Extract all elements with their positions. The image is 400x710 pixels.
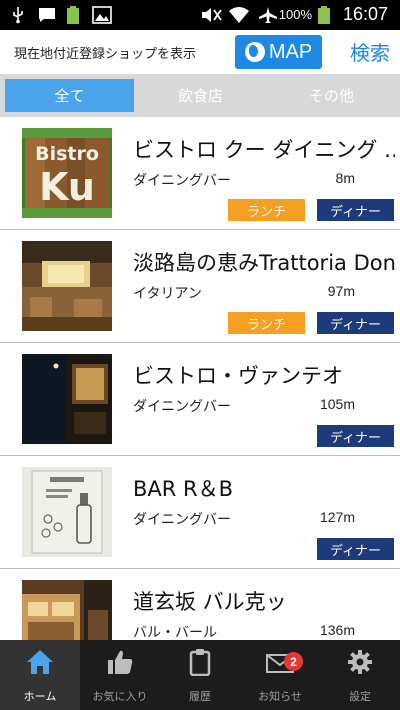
nav-history[interactable]: 履歴 [160,640,240,710]
shop-thumbnail [22,580,112,640]
notification-count-badge: 2 [284,652,303,671]
dinner-badge: ディナー [317,312,394,334]
map-button-label: MAP [268,40,313,63]
nav-notifications-label: お知らせ [258,690,302,703]
lunch-badge: ランチ [228,199,305,221]
ku-logo-text: Ku [39,165,95,209]
dinner-badge: ディナー [317,538,394,560]
shop-distance: 105m [319,396,355,412]
tab-all[interactable]: 全て [5,79,134,112]
battery-percent: 100% [278,7,312,22]
home-icon [27,650,53,674]
dinner-badge: ディナー [317,425,394,447]
category-tabs: 全て 飲食店 その他 [0,74,400,117]
dinner-badge: ディナー [317,199,394,221]
bistro-logo-text: Bistro [35,143,99,165]
globe-icon [244,42,265,62]
shop-list-item[interactable]: 道玄坂 バル克ッ バル・バール 136m [0,569,400,640]
shop-list-item[interactable]: ビストロ・ヴァンテオ ダイニングバー 105m ディナー [0,343,400,456]
shop-distance: 8m [335,170,355,186]
message-icon [39,8,55,22]
nav-home-label: ホーム [23,690,57,703]
nearby-shops-label[interactable]: 現在地付近登録ショップを表示 [14,43,196,62]
shop-thumbnail: Bistro Ku [22,128,112,218]
usb-icon [13,7,23,24]
map-button[interactable]: MAP [235,35,322,69]
nav-history-label: 履歴 [189,690,211,703]
airplane-icon [259,7,277,23]
nav-home[interactable]: ホーム [0,640,80,710]
lunch-badge: ランチ [228,312,305,334]
gear-icon [348,650,372,674]
nav-favorites-label: お気に入り [92,690,148,703]
shop-list-item[interactable]: Bistro Ku ビストロ クー ダイニング … ダイニングバー 8m ランチ… [0,117,400,230]
battery-small-icon [67,6,79,24]
shop-thumbnail [22,354,112,444]
mute-icon [202,8,222,22]
shop-category: ダイニングバー [133,512,231,528]
shop-category: バル・バール [133,625,217,640]
shop-thumbnail [22,241,112,331]
bottom-navigation: ホーム お気に入り 履歴 2 お知らせ 設定 [0,640,400,710]
shop-list: Bistro Ku ビストロ クー ダイニング … ダイニングバー 8m ランチ… [0,117,400,640]
shop-name: ビストロ・ヴァンテオ [133,364,343,388]
app-header: 現在地付近登録ショップを表示 MAP 検索 [0,30,400,74]
shop-distance: 127m [319,509,355,525]
search-button[interactable]: 検索 [350,37,390,66]
nav-favorites[interactable]: お気に入り [80,640,160,710]
clipboard-icon [189,649,211,676]
shop-category: ダイニングバー [133,399,231,415]
tab-restaurants[interactable]: 飲食店 [136,79,265,112]
shop-list-item[interactable]: BAR R＆B ダイニングバー 127m ディナー [0,456,400,569]
shop-name: 淡路島の恵みTrattoria Doni [133,251,395,275]
shop-name: BAR R＆B [133,477,234,501]
shop-category: イタリアン [133,286,202,302]
thumbs-up-icon [108,650,133,674]
nav-settings[interactable]: 設定 [320,640,400,710]
shop-distance: 97m [327,283,355,299]
shop-category: ダイニングバー [133,173,231,189]
shop-name: 道玄坂 バル克ッ [133,590,287,614]
shop-distance: 136m [319,622,355,638]
clock: 16:07 [342,4,388,24]
status-bar: 100% 16:07 [0,0,400,30]
nav-notifications[interactable]: 2 お知らせ [240,640,320,710]
shop-name: ビストロ クー ダイニング … [133,138,395,162]
tab-other[interactable]: その他 [267,79,396,112]
nav-settings-label: 設定 [349,690,371,703]
shop-list-item[interactable]: 淡路島の恵みTrattoria Doni イタリアン 97m ランチ ディナー [0,230,400,343]
image-icon [92,6,112,24]
wifi-icon [229,7,249,23]
battery-icon [318,6,330,24]
shop-thumbnail [22,467,112,557]
